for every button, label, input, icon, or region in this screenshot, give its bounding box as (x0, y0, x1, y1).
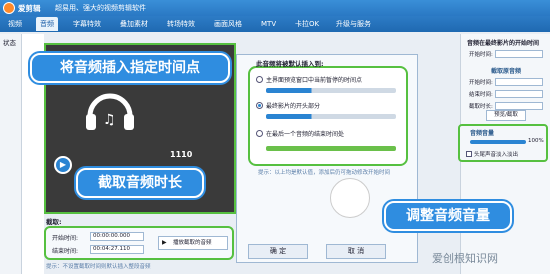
fade-checkbox[interactable] (466, 151, 472, 157)
insert-options-box: 此音频将被默认插入到: 主界面预览窗口中当前暂停的时间点 最终影片的开头部分 在… (248, 60, 408, 166)
headphones-icon: ♫ (86, 93, 134, 130)
rp-duration-input[interactable] (495, 102, 543, 110)
tab-mtv[interactable]: MTV (257, 17, 280, 31)
menu-bar: 视频 音频 字幕特效 叠加素材 转场特效 画面风格 MTV 卡拉OK 升级与服务 (0, 16, 550, 32)
trim-start-input[interactable]: 00:00:00.000 (90, 232, 144, 241)
preview-trim-button[interactable]: 预览/截取 (486, 110, 526, 121)
svg-text:♫: ♫ (103, 112, 116, 128)
option-label-beginning: 最终影片的开头部分 (266, 103, 321, 110)
rp-start-label-2: 开始时间: (469, 80, 493, 86)
timecode-readout: 1110 (170, 150, 193, 159)
rp-start-label: 开始时间: (469, 52, 493, 58)
tab-overlay[interactable]: 叠加素材 (116, 17, 152, 31)
trim-end-label: 结束时间: (52, 248, 79, 255)
option-radio-paused-point[interactable] (256, 76, 263, 83)
dialog-title: 此音频将被默认插入到: (256, 60, 324, 68)
dialog-hint: 提示：以上均是默认值，添加后仍可拖动修改开始时间 (258, 170, 391, 176)
tab-karaoke[interactable]: 卡拉OK (291, 17, 323, 31)
beginning-slider[interactable] (266, 114, 396, 119)
rp-start-input-2[interactable] (495, 78, 543, 86)
rp-duration-label: 截取时长: (469, 104, 493, 110)
trim-end-input[interactable]: 00:04:27.110 (90, 245, 144, 254)
rp-end-input[interactable] (495, 90, 543, 98)
trim-original-heading: 截取原音频 (490, 68, 521, 75)
app-logo-icon (3, 2, 15, 14)
callout-trim-duration: 截取音频时长 (76, 168, 204, 198)
trim-hint: 提示：不设置截取时间则默认插入整段音频 (46, 264, 151, 270)
status-column: 状态 (0, 34, 22, 274)
trim-start-label: 开始时间: (52, 235, 79, 242)
trim-box: 开始时间: 00:00:00.000 结束时间: 00:04:27.110 播放… (44, 226, 234, 260)
option-radio-beginning[interactable] (256, 102, 263, 109)
volume-percent: 100% (528, 138, 544, 144)
fade-label: 头尾声音淡入淡出 (474, 152, 519, 158)
option-radio-last-audio-end[interactable] (256, 130, 263, 137)
rp-start-input[interactable] (495, 50, 543, 58)
tab-subtitle-effects[interactable]: 字幕特效 (69, 17, 105, 31)
ok-button[interactable]: 确 定 (248, 244, 308, 259)
tab-upgrade[interactable]: 升级与服务 (332, 17, 375, 31)
tab-video[interactable]: 视频 (4, 17, 26, 31)
tab-style[interactable]: 画面风格 (210, 17, 246, 31)
app-slogan: 超易用、强大的视频剪辑软件 (55, 4, 146, 12)
play-trimmed-audio-button[interactable]: 播放截取的音频 (158, 236, 228, 250)
tab-transition[interactable]: 转场特效 (163, 17, 199, 31)
rp-end-label: 结束时间: (469, 92, 493, 98)
status-label: 状态 (3, 39, 16, 47)
watermark: 爱创根知识网 (432, 252, 498, 265)
tab-audio[interactable]: 音频 (36, 17, 58, 31)
last-audio-slider[interactable] (266, 146, 396, 151)
volume-title: 音频音量 (470, 130, 495, 137)
callout-adjust-volume: 调整音频音量 (384, 201, 512, 231)
trim-label: 截取: (46, 218, 62, 226)
mascot-image (330, 178, 370, 218)
cancel-button[interactable]: 取 消 (326, 244, 386, 259)
volume-slider[interactable] (470, 140, 526, 144)
right-panel-title: 音频在最终影片的开始时间 (467, 40, 540, 47)
title-bar: 爱剪辑 超易用、强大的视频剪辑软件 (0, 0, 550, 16)
option-label-last-audio-end: 在最后一个音频的结束时间处 (266, 131, 345, 138)
app-name: 爱剪辑 (18, 4, 41, 13)
play-button[interactable]: ▶ (54, 156, 72, 174)
option-label-paused-point: 主界面预览窗口中当前暂停的时间点 (266, 77, 363, 84)
callout-insert-time: 将音频插入指定时间点 (30, 53, 230, 83)
paused-point-slider[interactable] (266, 88, 396, 93)
